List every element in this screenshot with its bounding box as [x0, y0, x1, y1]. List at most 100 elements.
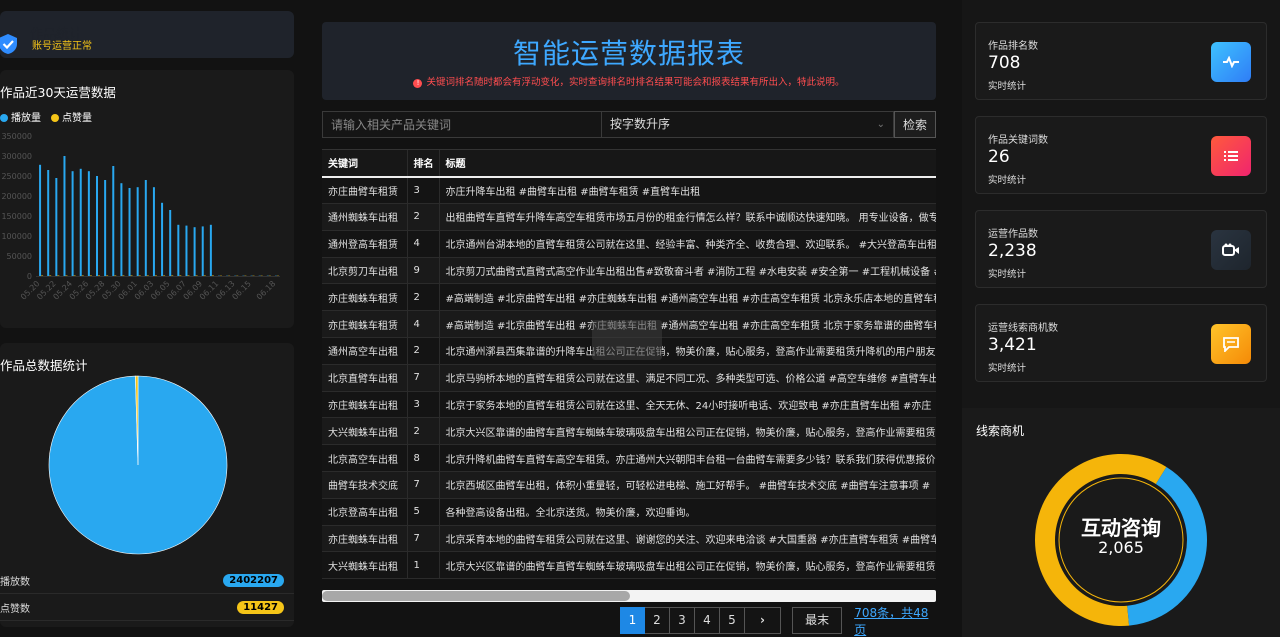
bar-likes[interactable]: [81, 275, 84, 277]
bar-plays[interactable]: [193, 227, 196, 276]
keyword-search-input[interactable]: [322, 111, 602, 138]
column-header-rank[interactable]: 排名: [407, 150, 440, 178]
cell-rank: 4: [407, 230, 440, 258]
y-tick-label: 200000: [1, 192, 32, 201]
bar-plays[interactable]: [185, 225, 188, 276]
bar-plays[interactable]: [136, 187, 139, 276]
table-row[interactable]: 曲臂车技术交底 7 北京西城区曲臂车出租，体积小重量轻，可轻松进电梯、施工好帮手。 …: [322, 471, 936, 499]
last-page-button[interactable]: 最末页: [792, 607, 843, 634]
table-row[interactable]: 亦庄蜘蛛车出租 7 北京采育本地的曲臂车租赁公司就在这里、谢谢您的关注、欢迎来电洽谈…: [322, 525, 936, 553]
recent-30-days-title: 作品近30天运营数据: [0, 85, 116, 100]
table-row[interactable]: 大兴蜘蛛车出租 2 北京大兴区靠谱的曲臂车直臂车蜘蛛车玻璃吸盘车出租公司正在促销，物…: [322, 417, 936, 446]
bar-plays[interactable]: [55, 178, 58, 276]
column-header-title[interactable]: 标题: [439, 150, 936, 178]
bar-plays[interactable]: [120, 183, 123, 276]
bar-likes[interactable]: [122, 275, 125, 277]
account-status: 账号运营正常: [32, 41, 92, 52]
bar-plays[interactable]: [63, 156, 66, 276]
table-row[interactable]: 北京直臂车出租 7 北京马驹桥本地的直臂车租赁公司就在这里、满足不同工况、多种类型可…: [322, 364, 936, 392]
table-row[interactable]: 亦庄蜘蛛车租赁 2 #高端制造 #北京曲臂车出租 #亦庄蜘蛛车出租 #通州高空车出租…: [322, 283, 936, 312]
chart-legend: 播放量 点赞量: [0, 109, 92, 124]
pulse-icon: [1211, 42, 1251, 82]
bar-plays[interactable]: [169, 210, 172, 276]
cell-title: 北京大兴区靠谱的曲臂车直臂车蜘蛛车玻璃吸盘车出租公司正在促销，物美价廉，贴心服务…: [439, 417, 936, 446]
video-icon: [1211, 230, 1251, 270]
bar-plays[interactable]: [209, 224, 212, 276]
sort-select-value: 按字数升序: [610, 117, 671, 131]
horizontal-scrollbar[interactable]: [322, 590, 936, 602]
next-page-button[interactable]: ›: [745, 607, 781, 634]
bar-plays[interactable]: [128, 188, 131, 276]
scrollbar-thumb[interactable]: [322, 591, 630, 601]
left-column: 作品统计 账号运营正常 作品近30天运营数据 播放量 点赞量 0 50000 100…: [0, 0, 300, 637]
bar-likes[interactable]: [98, 275, 100, 277]
bar-plays[interactable]: [96, 176, 98, 276]
page-3-button[interactable]: 3: [670, 607, 695, 634]
bar-plays[interactable]: [71, 171, 74, 276]
bar-plays[interactable]: [161, 202, 164, 276]
bar-likes[interactable]: [179, 275, 182, 277]
pagination-total[interactable]: 708条，共48页: [854, 604, 936, 637]
legend-label: 点赞量: [62, 113, 92, 124]
bar-plays[interactable]: [39, 164, 42, 276]
bar-plays[interactable]: [152, 187, 155, 276]
column-header-keyword[interactable]: 关键词: [322, 150, 408, 178]
bar-likes[interactable]: [65, 275, 68, 277]
bar-likes[interactable]: [57, 275, 60, 277]
cell-rank: 7: [407, 471, 440, 499]
donut-center: 互动咨询 2,065: [1035, 454, 1207, 626]
bar-likes[interactable]: [195, 275, 198, 277]
bar-likes[interactable]: [154, 275, 157, 277]
bar-plays[interactable]: [104, 180, 107, 276]
bar-plays[interactable]: [47, 170, 50, 276]
bar-likes[interactable]: [203, 275, 206, 277]
page-2-button[interactable]: 2: [645, 607, 670, 634]
table-row[interactable]: 北京剪刀车出租 9 北京剪刀式曲臂式直臂式高空作业车出租出售#致敬奋斗者 #消防工程…: [322, 257, 936, 285]
legend-label: 播放量: [11, 113, 41, 124]
cell-rank: 7: [407, 364, 440, 392]
bar-likes[interactable]: [171, 275, 174, 277]
x-tick-label: 06.18: [255, 279, 278, 302]
bar-plays[interactable]: [177, 224, 180, 276]
bar-plays[interactable]: [201, 226, 204, 276]
cell-keyword: 亦庄蜘蛛车租赁: [322, 283, 408, 312]
bar-likes[interactable]: [138, 275, 141, 277]
table-row[interactable]: 通州登高车租赁 4 北京通州台湖本地的直臂车租赁公司就在这里、经验丰富、种类齐全、收…: [322, 230, 936, 258]
page-1-button[interactable]: 1: [620, 607, 645, 634]
bar-plays[interactable]: [87, 171, 90, 276]
bar-plays[interactable]: [112, 166, 115, 276]
bar-plays[interactable]: [144, 180, 147, 276]
cell-keyword: 亦庄蜘蛛车出租: [322, 391, 408, 419]
sort-select[interactable]: 按字数升序 ⌄: [602, 111, 894, 138]
bar-likes[interactable]: [106, 275, 109, 277]
search-button[interactable]: 检索: [894, 111, 936, 138]
bar-likes[interactable]: [187, 275, 190, 277]
table-row[interactable]: 通州蜘蛛车出租 2 出租曲臂车直臂车升降车高空车租赁市场五月份的租金行情怎么样？联系…: [322, 203, 936, 231]
cell-title: 亦庄升降车出租 #曲臂车出租 #曲臂车租赁 #直臂车出租: [439, 176, 936, 205]
bar-likes[interactable]: [114, 275, 117, 277]
bar-likes[interactable]: [211, 275, 214, 277]
table-row[interactable]: 北京登高车出租 5 各种登高设备出租。全北京送货。物美价廉，欢迎垂询。: [322, 498, 936, 526]
legend-item-plays[interactable]: 播放量: [0, 109, 41, 124]
table-row[interactable]: 亦庄曲臂车租赁 3 亦庄升降车出租 #曲臂车出租 #曲臂车租赁 #直臂车出租: [322, 176, 936, 205]
table-row[interactable]: 大兴蜘蛛车出租 1 北京大兴区靠谱的曲臂车直臂车蜘蛛车玻璃吸盘车出租公司正在促销，物…: [322, 551, 936, 579]
bar-likes[interactable]: [73, 275, 76, 277]
bar-likes[interactable]: [163, 275, 166, 277]
y-tick-label: 100000: [1, 232, 32, 241]
legend-item-likes[interactable]: 点赞量: [51, 109, 92, 124]
page-5-button[interactable]: 5: [720, 607, 745, 634]
table-row[interactable]: 北京高空车出租 8 北京升降机曲臂车直臂车高空车租赁。亦庄通州大兴朝阳丰台租一台曲臂…: [322, 444, 936, 473]
cell-title: 各种登高设备出租。全北京送货。物美价廉，欢迎垂询。: [439, 498, 936, 526]
table-header-row: 关键词 排名 标题: [322, 150, 936, 178]
bar-likes[interactable]: [41, 275, 44, 277]
bar-likes[interactable]: [49, 275, 52, 277]
bar-likes[interactable]: [89, 275, 92, 277]
bar-plays[interactable]: [79, 168, 82, 276]
page-4-button[interactable]: 4: [695, 607, 720, 634]
cell-keyword: 大兴蜘蛛车出租: [322, 417, 408, 446]
table-row[interactable]: 亦庄蜘蛛车出租 3 北京于家务本地的直臂车租赁公司就在这里、全天无休、24小时接听电…: [322, 391, 936, 419]
ranking-notice: ! 关键词排名随时都会有浮动变化，实时查询排名时排名结果可能会和报表结果有所出入，…: [322, 74, 936, 88]
bar-likes[interactable]: [130, 275, 133, 277]
bar-likes[interactable]: [146, 275, 149, 277]
y-tick-label: 50000: [7, 252, 32, 261]
